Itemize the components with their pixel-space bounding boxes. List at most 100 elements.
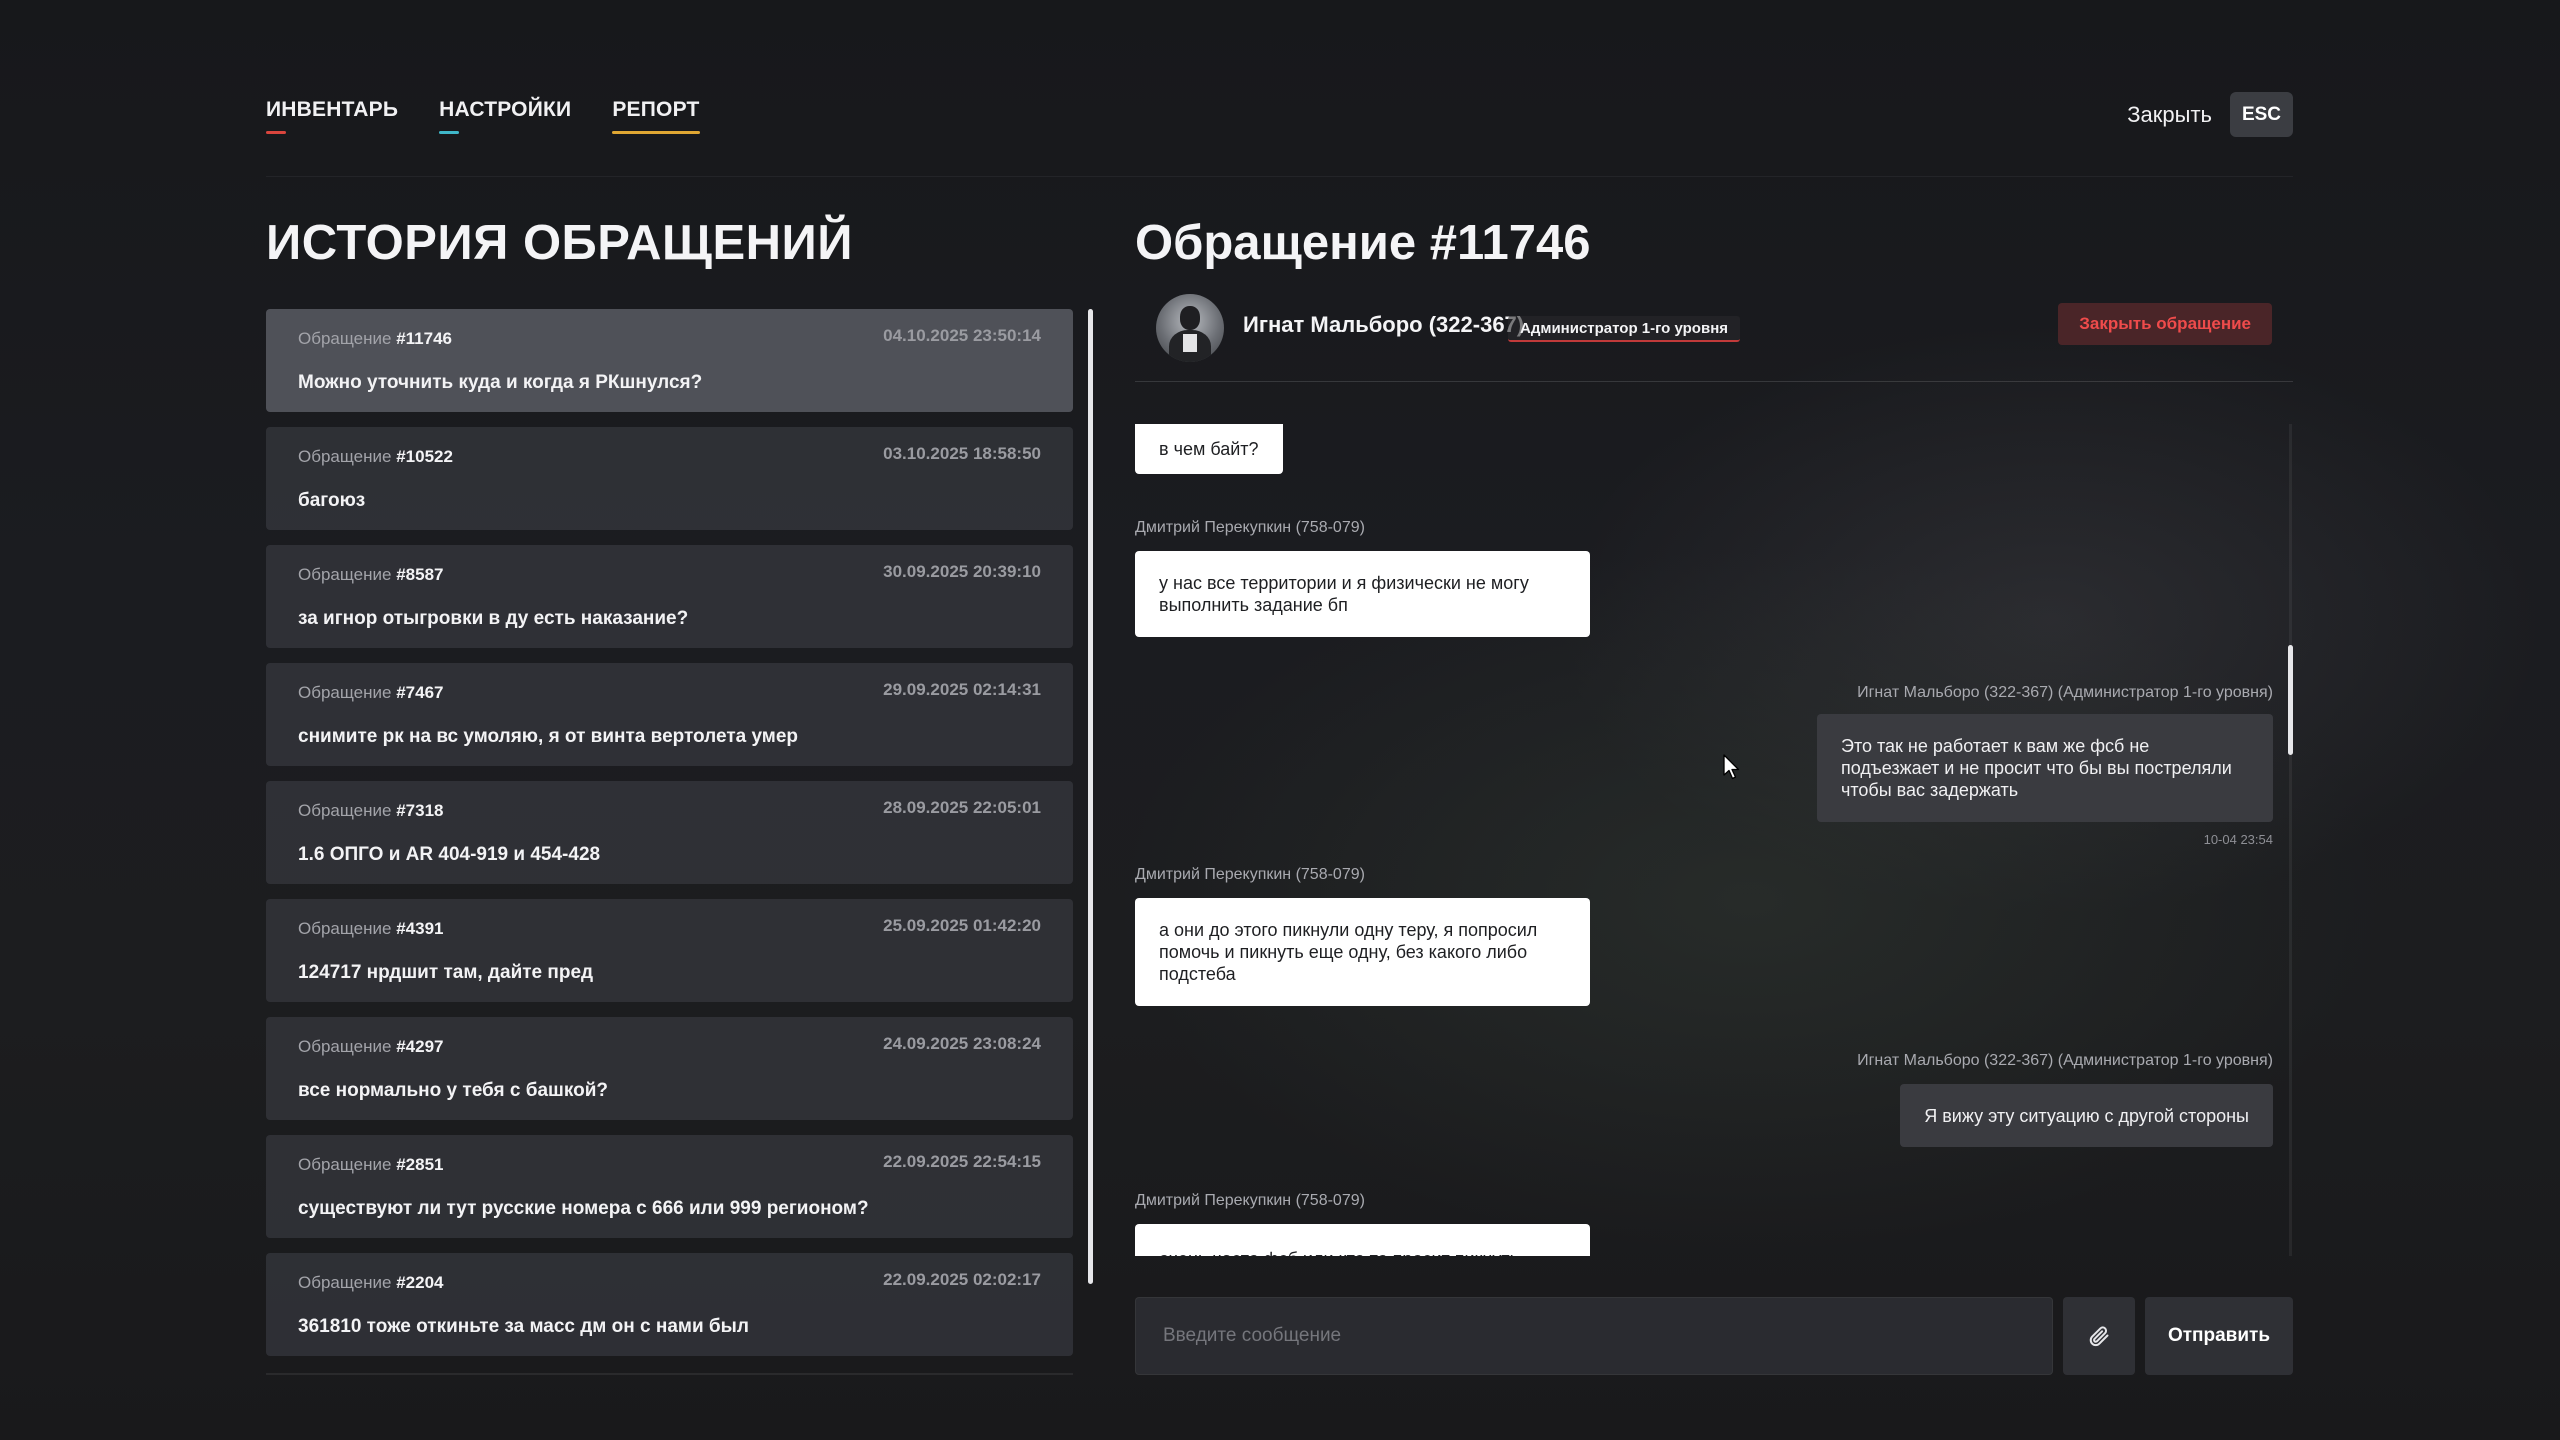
ticket-item[interactable]: Обращение #2204 22.09.2025 02:02:17 3618… [266, 1253, 1073, 1356]
ticket-number: #4297 [396, 1037, 444, 1056]
ticket-subject: все нормально у тебя с башкой? [298, 1080, 608, 1101]
ticket-label: Обращение #8587 [298, 565, 443, 585]
ticket-label: Обращение #4391 [298, 919, 443, 939]
ticket-label: Обращение #4297 [298, 1037, 443, 1057]
message-line: чтобы вас задержать [1841, 780, 2019, 800]
ticket-word: Обращение [298, 1037, 392, 1056]
message-line: подстеба [1159, 964, 1236, 984]
attach-button[interactable] [2063, 1297, 2135, 1375]
ticket-item[interactable]: Обращение #4391 25.09.2025 01:42:20 1247… [266, 899, 1073, 1002]
ticket-number: #8587 [396, 565, 444, 584]
ticket-word: Обращение [298, 919, 392, 938]
user-role-badge: Администратор 1-го уровня [1508, 316, 1741, 342]
ticket-list[interactable]: Обращение #11746 04.10.2025 23:50:14 Мож… [266, 309, 1073, 1374]
message-composer [1135, 1297, 2053, 1375]
tab-inventory-underline [266, 131, 286, 134]
ticket-date: 22.09.2025 22:54:15 [883, 1152, 1041, 1171]
mouse-pointer-icon [1723, 754, 1740, 780]
ticket-item[interactable]: Обращение #8587 30.09.2025 20:39:10 за и… [266, 545, 1073, 648]
ticket-number: #11746 [396, 329, 452, 348]
ticket-item[interactable]: Обращение #7467 29.09.2025 02:14:31 сним… [266, 663, 1073, 766]
ticket-subject: 1.6 ОПГО и AR 404-919 и 454-428 [298, 844, 601, 865]
tab-inventory-label: ИНВЕНТАРЬ [266, 98, 399, 121]
ticket-label: Обращение #7467 [298, 683, 443, 703]
message-timestamp: 10-04 23:54 [2203, 832, 2273, 847]
message-sender: Игнат Мальборо (322-367) (Администратор … [1857, 684, 2273, 701]
chat-scroll-track [2289, 424, 2292, 1256]
ticket-number: #7467 [396, 683, 444, 702]
ticket-number: #7318 [396, 801, 444, 820]
ticket-label: Обращение #7318 [298, 801, 443, 821]
message-line: выполнить задание бп [1159, 595, 1348, 615]
ticket-subject: 361810 тоже откиньте за масс дм он с нам… [298, 1316, 749, 1337]
message-sender: Игнат Мальборо (322-367) (Администратор … [1857, 1052, 2273, 1069]
avatar-head [1180, 306, 1200, 330]
user-name: Игнат Мальборо (322-367) [1243, 312, 1525, 337]
chat-scrollbar-thumb[interactable] [2288, 645, 2293, 755]
close-menu: Закрыть ESC [2127, 92, 2293, 137]
esc-button[interactable]: ESC [2230, 92, 2293, 137]
ticket-date: 29.09.2025 02:14:31 [883, 680, 1041, 699]
ticket-date: 24.09.2025 23:08:24 [883, 1034, 1041, 1053]
tab-report[interactable]: РЕПОРТ [612, 98, 700, 134]
ticket-number: #2204 [396, 1273, 444, 1292]
ticket-word: Обращение [298, 329, 392, 348]
message-line: Это так не работает к вам же фсб не [1841, 736, 2150, 756]
ticket-label: Обращение #11746 [298, 329, 452, 349]
ticket-word: Обращение [298, 683, 392, 702]
ticket-date: 28.09.2025 22:05:01 [883, 798, 1041, 817]
ticket-date: 22.09.2025 02:02:17 [883, 1270, 1041, 1289]
ticket-title: Обращение #11746 [1135, 216, 1591, 270]
chat-messages[interactable]: в чем байт? Дмитрий Перекупкин (758-079)… [1135, 424, 2293, 1256]
history-bottom-divider [266, 1373, 1073, 1375]
ticket-item[interactable]: Обращение #4297 24.09.2025 23:08:24 все … [266, 1017, 1073, 1120]
message-sender: Дмитрий Перекупкин (758-079) [1135, 1192, 1365, 1209]
message-bubble: Это так не работает к вам же фсб не подъ… [1817, 714, 2273, 822]
ticket-word: Обращение [298, 1155, 392, 1174]
ticket-label: Обращение #2204 [298, 1273, 443, 1293]
tab-settings[interactable]: НАСТРОЙКИ [439, 98, 571, 134]
close-ticket-button[interactable]: Закрыть обращение [2058, 303, 2272, 345]
ticket-date: 03.10.2025 18:58:50 [883, 444, 1041, 463]
ticket-number: #2851 [396, 1155, 444, 1174]
header-divider [266, 176, 2293, 177]
ticket-date: 25.09.2025 01:42:20 [883, 916, 1041, 935]
message-line: а они до этого пикнули одну теру, я попр… [1159, 920, 1538, 940]
ticket-item[interactable]: Обращение #7318 28.09.2025 22:05:01 1.6 … [266, 781, 1073, 884]
ticket-word: Обращение [298, 447, 392, 466]
ticket-item[interactable]: Обращение #10522 03.10.2025 18:58:50 баг… [266, 427, 1073, 530]
tab-settings-label: НАСТРОЙКИ [439, 98, 572, 121]
ticket-word: Обращение [298, 801, 392, 820]
avatar-shirt [1183, 334, 1197, 352]
message-bubble: у нас все территории и я физически не мо… [1135, 551, 1590, 637]
tab-inventory[interactable]: ИНВЕНТАРЬ [266, 98, 398, 134]
ticket-user-header: Игнат Мальборо (322-367) Администратор 1… [1135, 290, 2293, 382]
ticket-number: #10522 [396, 447, 453, 466]
history-title: ИСТОРИЯ ОБРАЩЕНИЙ [266, 216, 853, 270]
ticket-item[interactable]: Обращение #11746 04.10.2025 23:50:14 Мож… [266, 309, 1073, 412]
message-sender: Дмитрий Перекупкин (758-079) [1135, 866, 1365, 883]
close-menu-label[interactable]: Закрыть [2127, 102, 2212, 128]
message-line: у нас все территории и я физически не мо… [1159, 573, 1529, 593]
ticket-date: 04.10.2025 23:50:14 [883, 326, 1041, 345]
ticket-subject: Можно уточнить куда и когда я РКшнулся? [298, 372, 703, 393]
tab-settings-underline [439, 131, 460, 134]
message-bubble: очень часто фсб или кто то просит пикнут… [1135, 1224, 1590, 1256]
ticket-subject: существуют ли тут русские номера с 666 и… [298, 1198, 869, 1219]
message-sender: Дмитрий Перекупкин (758-079) [1135, 519, 1365, 536]
avatar [1156, 294, 1224, 362]
message-bubble: Я вижу эту ситуацию с другой стороны [1900, 1084, 2273, 1147]
ticket-item[interactable]: Обращение #2851 22.09.2025 22:54:15 суще… [266, 1135, 1073, 1238]
ticket-subject: багоюз [298, 490, 366, 511]
ticket-word: Обращение [298, 565, 392, 584]
ticket-number: #4391 [396, 919, 444, 938]
history-scrollbar[interactable] [1088, 309, 1093, 1284]
tab-report-label: РЕПОРТ [612, 98, 700, 121]
ticket-word: Обращение [298, 1273, 392, 1292]
message-line: подъезжает и не просит что бы вы пострел… [1841, 758, 2232, 778]
ticket-subject: снимите рк на вс умоляю, я от винта верт… [298, 726, 799, 747]
main-tabs: ИНВЕНТАРЬ НАСТРОЙКИ РЕПОРТ [266, 98, 700, 134]
message-input[interactable] [1136, 1298, 2052, 1374]
paperclip-icon [2089, 1326, 2109, 1347]
send-button[interactable]: Отправить [2145, 1297, 2293, 1375]
